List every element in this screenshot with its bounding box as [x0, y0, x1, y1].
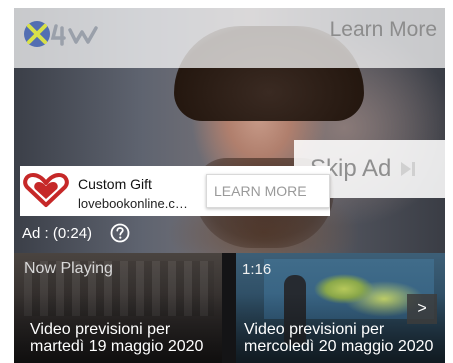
- duration-badge: 1:16: [242, 261, 272, 278]
- ad-timer: Ad : (0:24): [22, 225, 93, 242]
- related-videos: Now Playing Video previsioni per martedì…: [14, 253, 445, 363]
- ad-learn-more-button[interactable]: LEARN MORE: [206, 174, 330, 208]
- brand-logo-icon: [24, 21, 98, 47]
- ad-card[interactable]: Custom Gift lovebookonline.c… LEARN MORE: [20, 166, 330, 216]
- heart-book-logo-icon: [23, 173, 69, 207]
- related-video-title[interactable]: Video previsioni per martedì 19 maggio 2…: [30, 321, 220, 355]
- learn-more-link[interactable]: Learn More: [330, 18, 437, 42]
- now-playing-badge: Now Playing: [24, 260, 113, 277]
- video-player[interactable]: Learn More Skip Ad Custom Gift lovebooko…: [14, 8, 445, 363]
- ad-url[interactable]: lovebookonline.c…: [78, 196, 188, 211]
- skip-forward-icon: [401, 162, 416, 176]
- next-video-button[interactable]: >: [407, 294, 437, 324]
- ad-title[interactable]: Custom Gift: [78, 176, 152, 192]
- related-video-card[interactable]: Now Playing Video previsioni per martedì…: [14, 253, 222, 363]
- ad-top-bar: Learn More: [14, 8, 445, 68]
- help-icon[interactable]: [110, 223, 130, 243]
- related-video-title[interactable]: Video previsioni per mercoledì 20 maggio…: [244, 321, 434, 355]
